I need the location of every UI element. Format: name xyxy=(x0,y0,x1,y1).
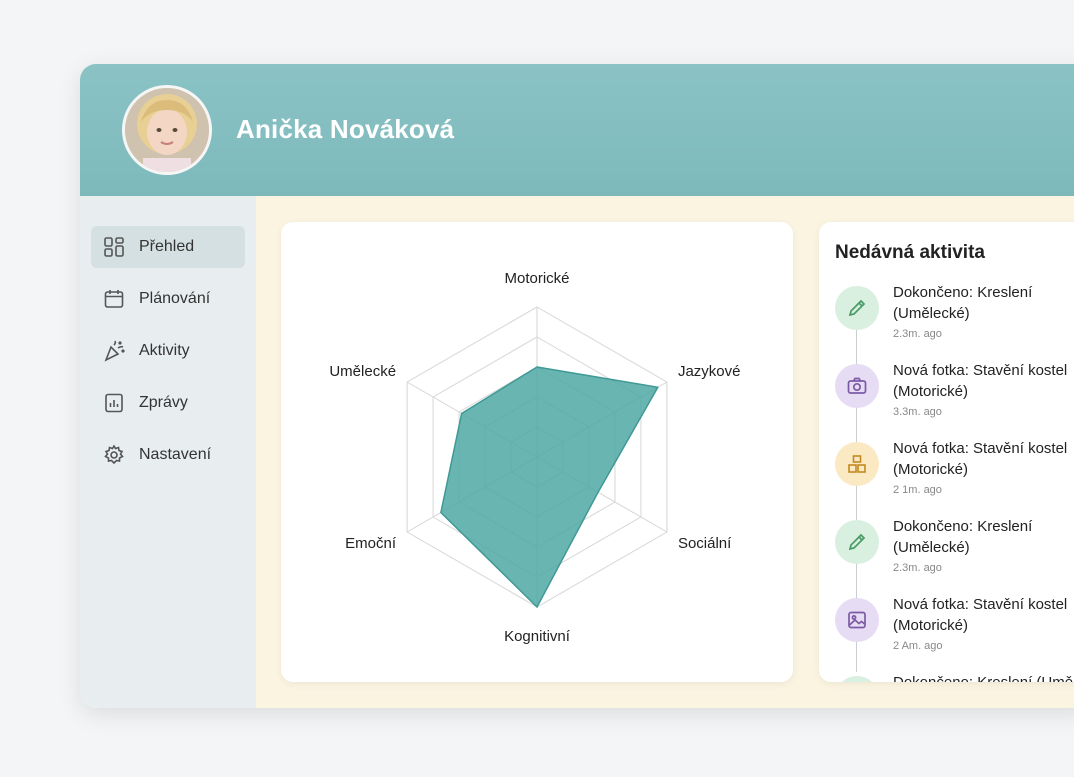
activity-icon-wrap xyxy=(835,598,879,642)
sidebar-item-label: Nastavení xyxy=(139,446,212,463)
sidebar-item-prehled[interactable]: Přehled xyxy=(91,226,245,268)
profile-header: Anička Nováková xyxy=(80,64,1074,196)
pencil-icon xyxy=(848,533,866,551)
activity-text: Nová fotka: Stavění kostel (Motorické) xyxy=(893,440,1068,478)
image-icon xyxy=(848,611,866,629)
activity-icon-wrap xyxy=(835,520,879,564)
calendar-icon xyxy=(103,288,125,310)
sidebar-item-label: Přehled xyxy=(139,238,195,255)
activity-icon-wrap xyxy=(835,676,879,682)
activity-text: Dokončeno: Kreslení (Umělecké) xyxy=(893,518,1033,556)
activity-text: Nová fotka: Stavění kostel (Motorické) xyxy=(893,362,1068,400)
pencil-icon xyxy=(848,299,866,317)
radar-axis-label: Emoční xyxy=(345,535,397,552)
dashboard-icon xyxy=(103,236,125,258)
sidebar-item-label: Plánování xyxy=(139,290,211,307)
camera-icon xyxy=(847,377,867,394)
radar-axis-label: Kognitivní xyxy=(504,628,571,645)
sidebar-item-label: Zprávy xyxy=(139,394,188,411)
activity-text: Dokončeno: Kreslení (Umě xyxy=(893,672,1074,682)
activity-item[interactable]: Nová fotka: Stavění kostel (Motorické) 3… xyxy=(835,362,1074,434)
blocks-icon xyxy=(848,455,866,473)
recent-activity-panel: Nedávná aktivita Dokončeno: Kreslení (Um… xyxy=(819,222,1074,682)
activity-time: 2.3m. ago xyxy=(893,328,942,340)
party-popper-icon xyxy=(103,340,125,362)
gear-icon xyxy=(103,444,125,466)
sidebar: Přehled Plánování Aktivity Zprávy Nastav… xyxy=(80,196,256,708)
radar-chart-svg: Motorické Jazykové Sociální Kognitivní Emočn… xyxy=(329,270,741,645)
activity-item[interactable]: Nová fotka: Stavění kostel (Motorické) 2… xyxy=(835,440,1074,512)
radar-data-area xyxy=(440,366,659,609)
activity-time: 2 Am. ago xyxy=(893,640,943,652)
activity-icon-wrap xyxy=(835,442,879,486)
sidebar-item-nastaveni[interactable]: Nastavení xyxy=(91,434,245,476)
activity-item[interactable]: Dokončeno: Kreslení (Umě xyxy=(835,674,1074,682)
activity-icon-wrap xyxy=(835,286,879,330)
app-window: Anička Nováková Přehled Plánování Aktivi… xyxy=(80,64,1074,708)
activity-icon-wrap xyxy=(835,364,879,408)
radar-axis-label: Umělecké xyxy=(329,363,396,380)
radar-axis-label: Motorické xyxy=(504,270,569,287)
avatar[interactable] xyxy=(122,85,212,175)
activity-text: Nová fotka: Stavění kostel (Motorické) xyxy=(893,596,1068,634)
activity-text: Dokončeno: Kreslení (Umělecké) xyxy=(893,284,1033,322)
development-radar-chart: Motorické Jazykové Sociální Kognitivní Emočn… xyxy=(281,222,793,682)
report-chart-icon xyxy=(103,392,125,414)
activity-item[interactable]: Dokončeno: Kreslení (Umělecké) 2.3m. ago xyxy=(835,518,1074,590)
child-portrait-icon xyxy=(125,88,209,172)
user-name: Anička Nováková xyxy=(236,114,455,144)
activity-title: Nedávná aktivita xyxy=(835,242,985,263)
activity-time: 2.3m. ago xyxy=(893,562,942,574)
sidebar-item-planovani[interactable]: Plánování xyxy=(91,278,245,320)
activity-item[interactable]: Dokončeno: Kreslení (Umělecké) 2.3m. ago xyxy=(835,284,1074,356)
activity-time: 2 1m. ago xyxy=(893,484,942,496)
radar-axis-label: Jazykové xyxy=(678,363,741,380)
radar-axis-label: Sociální xyxy=(678,535,732,552)
sidebar-item-aktivity[interactable]: Aktivity xyxy=(91,330,245,372)
sidebar-item-label: Aktivity xyxy=(139,342,190,359)
activity-time: 3.3m. ago xyxy=(893,406,942,418)
activity-item[interactable]: Nová fotka: Stavění kostel (Motorické) 2… xyxy=(835,596,1074,668)
sidebar-item-zpravy[interactable]: Zprávy xyxy=(91,382,245,424)
